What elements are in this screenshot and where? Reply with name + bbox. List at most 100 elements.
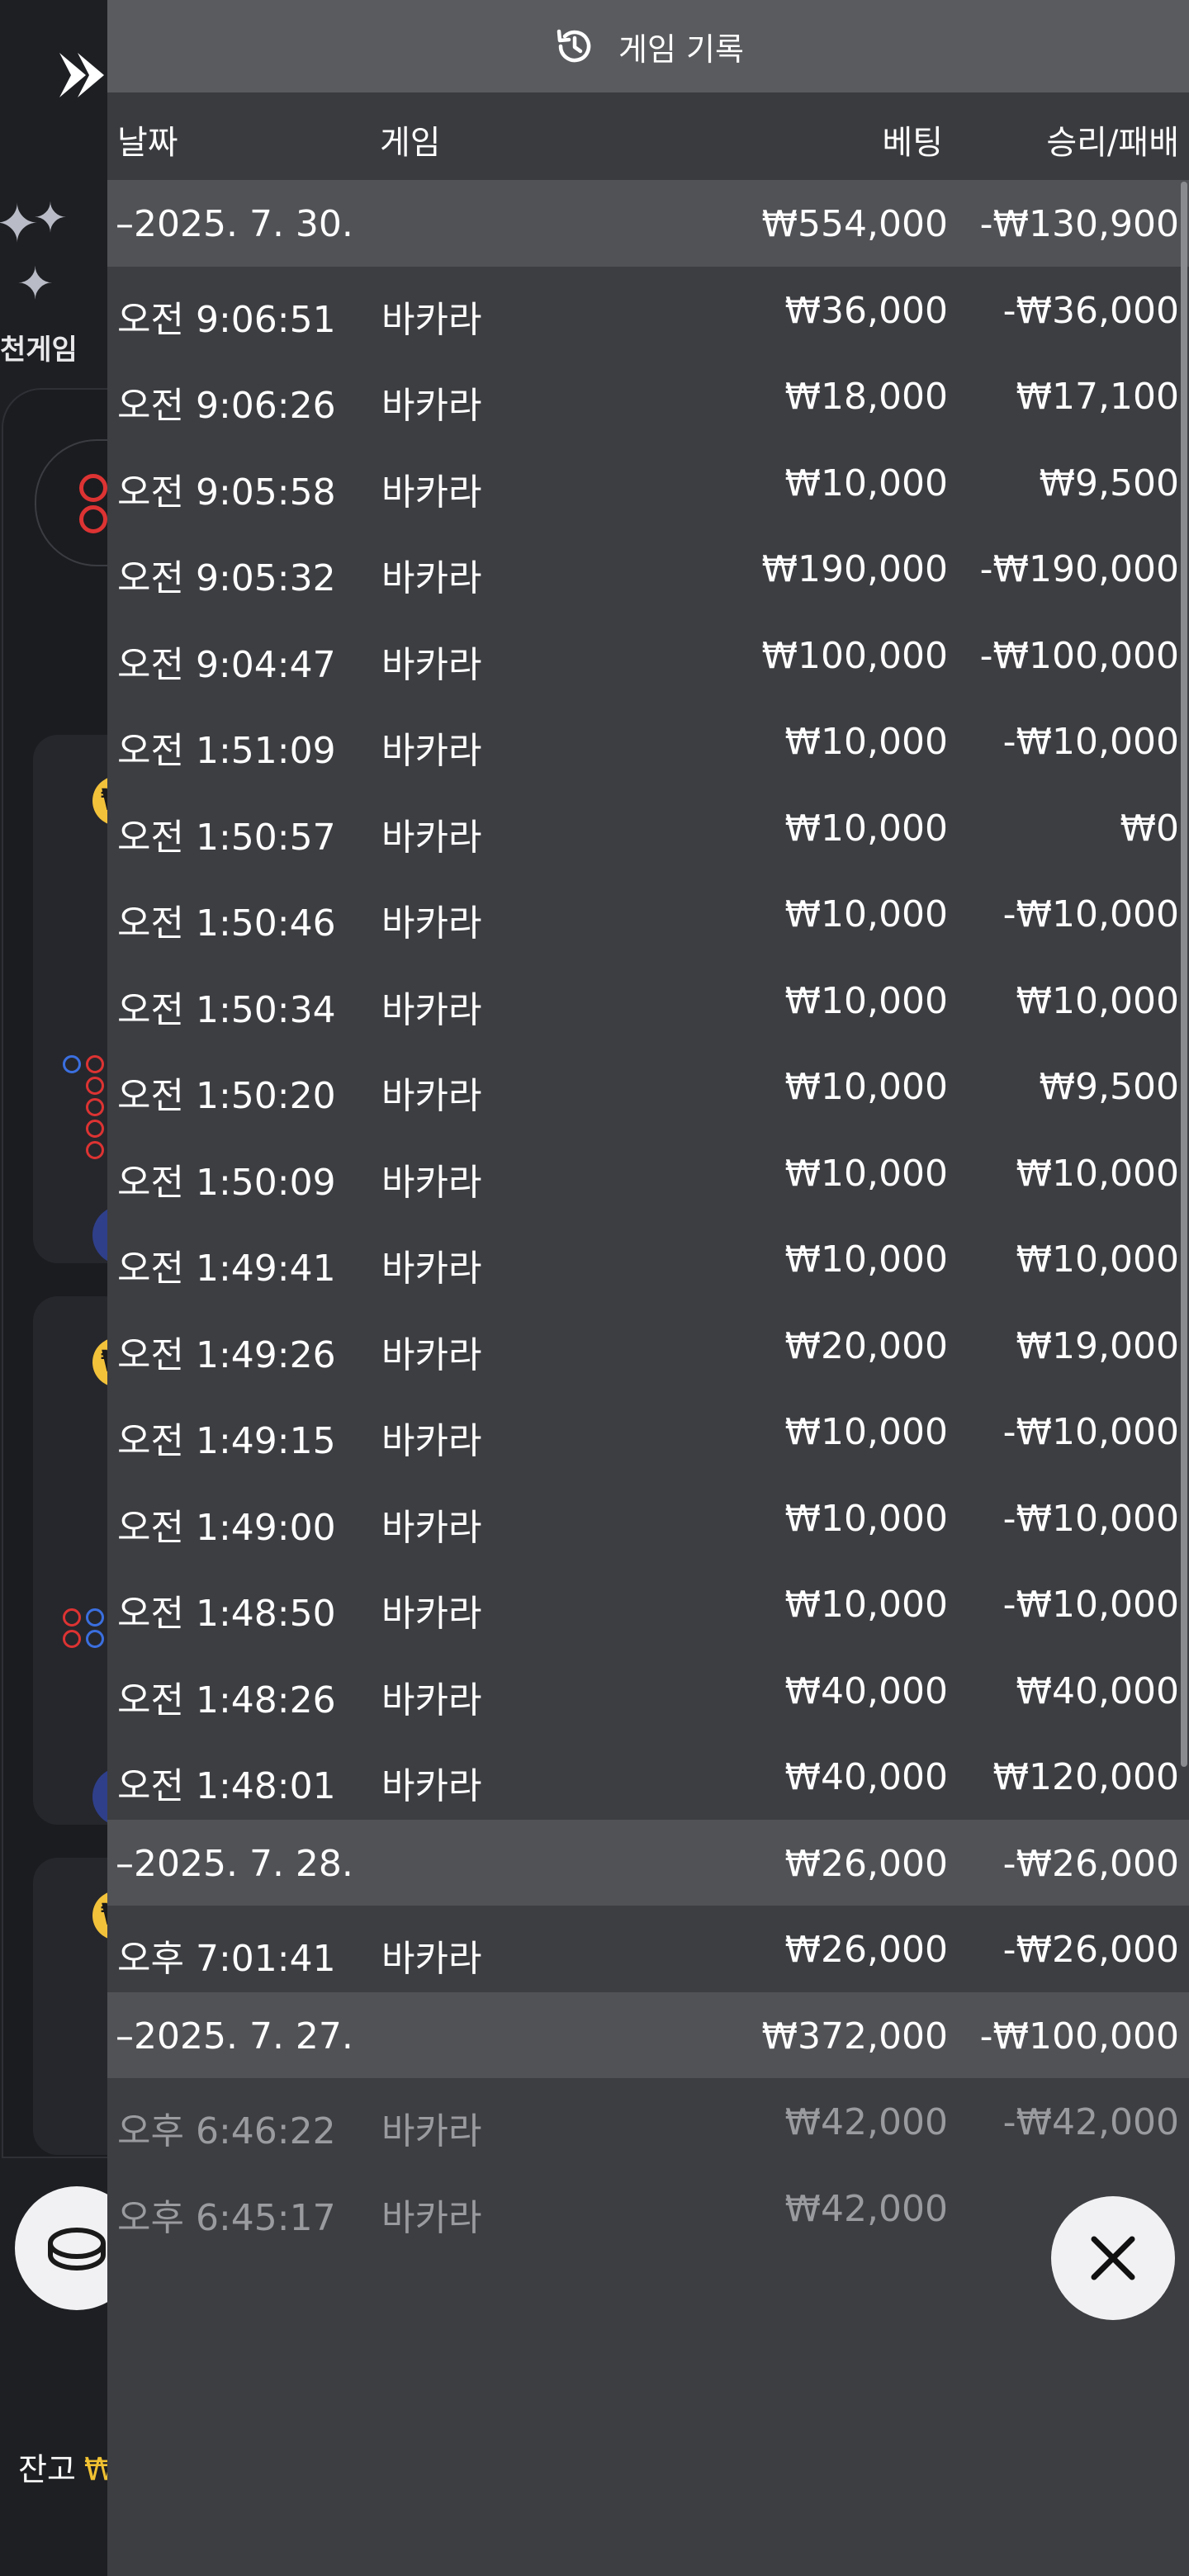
table-row[interactable]: 오전 1:49:41 바카라 ₩10,000 ₩10,000 (107, 1215, 1189, 1302)
row-time: 오전 1:50:57 (117, 816, 336, 859)
row-result: -₩10,000 (1002, 893, 1179, 935)
close-icon (1091, 2236, 1135, 2280)
table-row[interactable]: 오전 1:50:46 바카라 ₩10,000 -₩10,000 (107, 870, 1189, 957)
row-bet: ₩20,000 (784, 1324, 948, 1367)
row-time: 오전 9:06:51 (117, 298, 336, 341)
row-bet: ₩10,000 (784, 893, 948, 935)
row-bet: ₩10,000 (784, 1152, 948, 1195)
table-row[interactable]: 오전 1:48:26 바카라 ₩40,000 ₩40,000 (107, 1647, 1189, 1734)
row-time: 오전 1:49:41 (117, 1248, 336, 1290)
group-date: –2025. 7. 30. (116, 203, 353, 245)
table-row[interactable]: 오후 7:01:41 바카라 ₩26,000 -₩26,000 (107, 1906, 1189, 1992)
table-row[interactable]: 오전 9:04:47 바카라 ₩100,000 -₩100,000 (107, 612, 1189, 698)
road-marker (63, 1055, 81, 1073)
row-game: 바카라 (381, 1938, 482, 1980)
row-result: ₩9,500 (1039, 1066, 1179, 1108)
table-row[interactable]: 오전 1:50:34 바카라 ₩10,000 ₩10,000 (107, 957, 1189, 1044)
row-result: -₩10,000 (1002, 1411, 1179, 1453)
row-bet: ₩100,000 (761, 634, 948, 677)
table-row[interactable]: 오전 9:05:58 바카라 ₩10,000 ₩9,500 (107, 439, 1189, 526)
group-result-total: -₩100,000 (979, 2015, 1179, 2057)
row-bet: ₩10,000 (784, 1584, 948, 1626)
chip-icon (48, 2228, 106, 2271)
group-bet-total: ₩26,000 (784, 1842, 948, 1885)
table-row[interactable]: 오전 1:50:20 바카라 ₩10,000 ₩9,500 (107, 1043, 1189, 1129)
table-row[interactable]: 오전 1:49:00 바카라 ₩10,000 -₩10,000 (107, 1475, 1189, 1561)
row-bet: ₩10,000 (784, 807, 948, 850)
row-game: 바카라 (381, 730, 482, 772)
row-result: ₩19,000 (1016, 1324, 1179, 1367)
row-game: 바카라 (381, 385, 482, 427)
row-time: 오후 6:46:22 (117, 2110, 336, 2152)
row-bet: ₩190,000 (761, 548, 948, 590)
table-row[interactable]: 오전 9:05:32 바카라 ₩190,000 -₩190,000 (107, 525, 1189, 612)
row-game: 바카라 (381, 557, 482, 599)
row-result: ₩17,100 (1016, 376, 1179, 418)
balance-label: 잔고 (18, 2451, 76, 2488)
row-bet: ₩10,000 (784, 462, 948, 504)
table-row[interactable]: 오전 1:50:09 바카라 ₩10,000 ₩10,000 (107, 1129, 1189, 1216)
table-header: 날짜 게임 베팅 승리/패배 (107, 92, 1189, 180)
row-result: ₩10,000 (1016, 979, 1179, 1022)
row-result: ₩10,000 (1016, 1238, 1179, 1281)
brand-logo-icon (59, 53, 104, 97)
row-result: -₩36,000 (1002, 289, 1179, 332)
table-row[interactable]: 오전 9:06:26 바카라 ₩18,000 ₩17,100 (107, 353, 1189, 439)
row-bet: ₩10,000 (784, 1497, 948, 1540)
row-result: ₩40,000 (1016, 1669, 1179, 1712)
road-marker (86, 1098, 104, 1116)
row-game: 바카라 (381, 1506, 482, 1549)
road-marker (86, 1120, 104, 1138)
group-result-total: -₩130,900 (979, 203, 1179, 245)
close-button[interactable] (1051, 2196, 1175, 2320)
row-time: 오전 1:50:46 (117, 902, 336, 945)
table-row[interactable]: 오후 6:46:22 바카라 ₩42,000 -₩42,000 (107, 2078, 1189, 2165)
row-game: 바카라 (381, 1161, 482, 1204)
row-time: 오전 9:05:32 (117, 557, 336, 599)
group-date: –2025. 7. 28. (116, 1842, 353, 1885)
date-group-row[interactable]: –2025. 7. 28. ₩26,000 -₩26,000 (107, 1819, 1189, 1906)
table-row[interactable]: 오전 1:49:15 바카라 ₩10,000 -₩10,000 (107, 1388, 1189, 1475)
row-game: 바카라 (381, 988, 482, 1031)
table-row[interactable]: 오전 1:50:57 바카라 ₩10,000 ₩0 (107, 784, 1189, 871)
circle-icon (79, 505, 107, 533)
table-row[interactable]: 오전 1:48:50 바카라 ₩10,000 -₩10,000 (107, 1560, 1189, 1647)
row-time: 오전 1:51:09 (117, 730, 336, 772)
column-header-game: 게임 (380, 124, 441, 162)
row-time: 오전 1:49:00 (117, 1506, 336, 1549)
row-time: 오전 1:49:26 (117, 1333, 336, 1376)
row-result: -₩10,000 (1002, 1497, 1179, 1540)
row-bet: ₩26,000 (784, 1929, 948, 1971)
road-marker (63, 1608, 81, 1627)
row-bet: ₩18,000 (784, 376, 948, 418)
column-header-bet: 베팅 (882, 124, 943, 162)
row-game: 바카라 (381, 1593, 482, 1635)
row-time: 오전 1:48:01 (117, 1765, 336, 1807)
row-game: 바카라 (381, 1333, 482, 1376)
row-game: 바카라 (381, 471, 482, 514)
table-row[interactable]: 오전 9:06:51 바카라 ₩36,000 -₩36,000 (107, 267, 1189, 353)
row-game: 바카라 (381, 298, 482, 341)
row-game: 바카라 (381, 1679, 482, 1721)
road-marker (86, 1141, 104, 1159)
row-bet: ₩10,000 (784, 1411, 948, 1453)
row-game: 바카라 (381, 2196, 482, 2239)
date-group-row[interactable]: –2025. 7. 30. ₩554,000 -₩130,900 (107, 180, 1189, 267)
row-time: 오전 1:50:09 (117, 1161, 336, 1204)
section-title: 천게임 (0, 334, 78, 366)
table-row[interactable]: 오전 1:51:09 바카라 ₩10,000 -₩10,000 (107, 698, 1189, 784)
scrollbar[interactable] (1181, 182, 1187, 1767)
table-row[interactable]: 오전 1:49:26 바카라 ₩20,000 ₩19,000 (107, 1302, 1189, 1389)
road-marker (86, 1608, 104, 1627)
history-table[interactable]: –2025. 7. 30. ₩554,000 -₩130,900 오전 9:06:51… (107, 180, 1189, 2251)
table-row[interactable]: 오후 6:45:17 바카라 ₩42,000 (107, 2165, 1189, 2252)
history-clock-icon (557, 29, 591, 63)
row-bet: ₩42,000 (784, 2187, 948, 2230)
group-date: –2025. 7. 27. (116, 2015, 353, 2057)
table-row[interactable]: 오전 1:48:01 바카라 ₩40,000 ₩120,000 (107, 1733, 1189, 1820)
row-bet: ₩42,000 (784, 2101, 948, 2143)
row-game: 바카라 (381, 816, 482, 859)
date-group-row[interactable]: –2025. 7. 27. ₩372,000 -₩100,000 (107, 1991, 1189, 2078)
row-time: 오전 1:50:34 (117, 988, 336, 1031)
row-game: 바카라 (381, 1248, 482, 1290)
